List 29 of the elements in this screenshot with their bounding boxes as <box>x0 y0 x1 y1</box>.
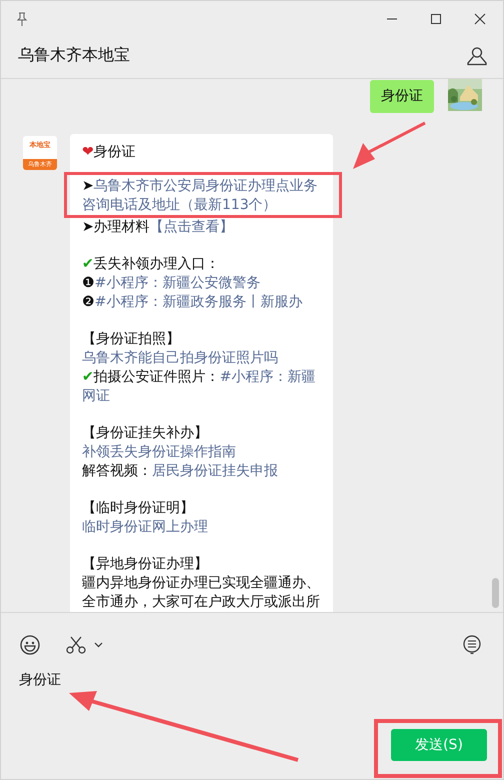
message-input[interactable]: 身份证 <box>19 672 319 688</box>
emoji-icon[interactable] <box>20 635 40 655</box>
message-line: 解答视频：居民身份证挂失申报 <box>82 462 279 481</box>
person-icon[interactable] <box>467 46 487 66</box>
message-line: ➤乌鲁木齐市公安局身份证办理点业务咨询电话及地址（最新113个） <box>82 177 319 215</box>
close-icon[interactable] <box>474 13 486 25</box>
message-line: 【身份证挂失补办】 <box>82 424 209 443</box>
message-line: 【身份证拍照】 <box>82 330 181 349</box>
message-line: ❷#小程序：新疆政务服务丨新服办 <box>82 293 304 312</box>
message-line: ✔拍摄公安证件照片：#小程序：新疆网证 <box>82 368 316 406</box>
chat-history-icon[interactable] <box>463 635 481 655</box>
message-line: 乌鲁木齐能自己拍身份证照片吗 <box>82 349 279 368</box>
message-line: 补领丢失身份证操作指南 <box>82 443 237 462</box>
message-line: ➤办理材料【点击查看】 <box>82 218 235 237</box>
message-line: 疆内异地身份证办理已实现全疆通办、全市通办，大家可在户政大厅或派出所 <box>82 574 321 612</box>
send-button[interactable]: 发送(S) <box>391 729 487 761</box>
message-line: 【临时身份证明】 <box>82 499 195 518</box>
scissors-icon[interactable] <box>66 636 86 654</box>
message-line: 临时身份证网上办理 <box>82 518 209 537</box>
message-line: ❤身份证 <box>82 143 137 162</box>
message-line: ✔丢失补领办理入口： <box>82 255 221 274</box>
caret-icon[interactable] <box>94 642 103 648</box>
message-line: ❶#小程序：新疆公安微警务 <box>82 274 262 293</box>
pin-icon[interactable] <box>16 12 28 26</box>
maximize-icon[interactable] <box>430 13 442 25</box>
message-line: 【异地身份证办理】 <box>82 555 209 574</box>
scrollbar[interactable] <box>492 578 499 608</box>
window-title: 乌鲁木齐本地宝 <box>18 45 130 66</box>
message-bubble: 身份证 <box>370 80 434 113</box>
